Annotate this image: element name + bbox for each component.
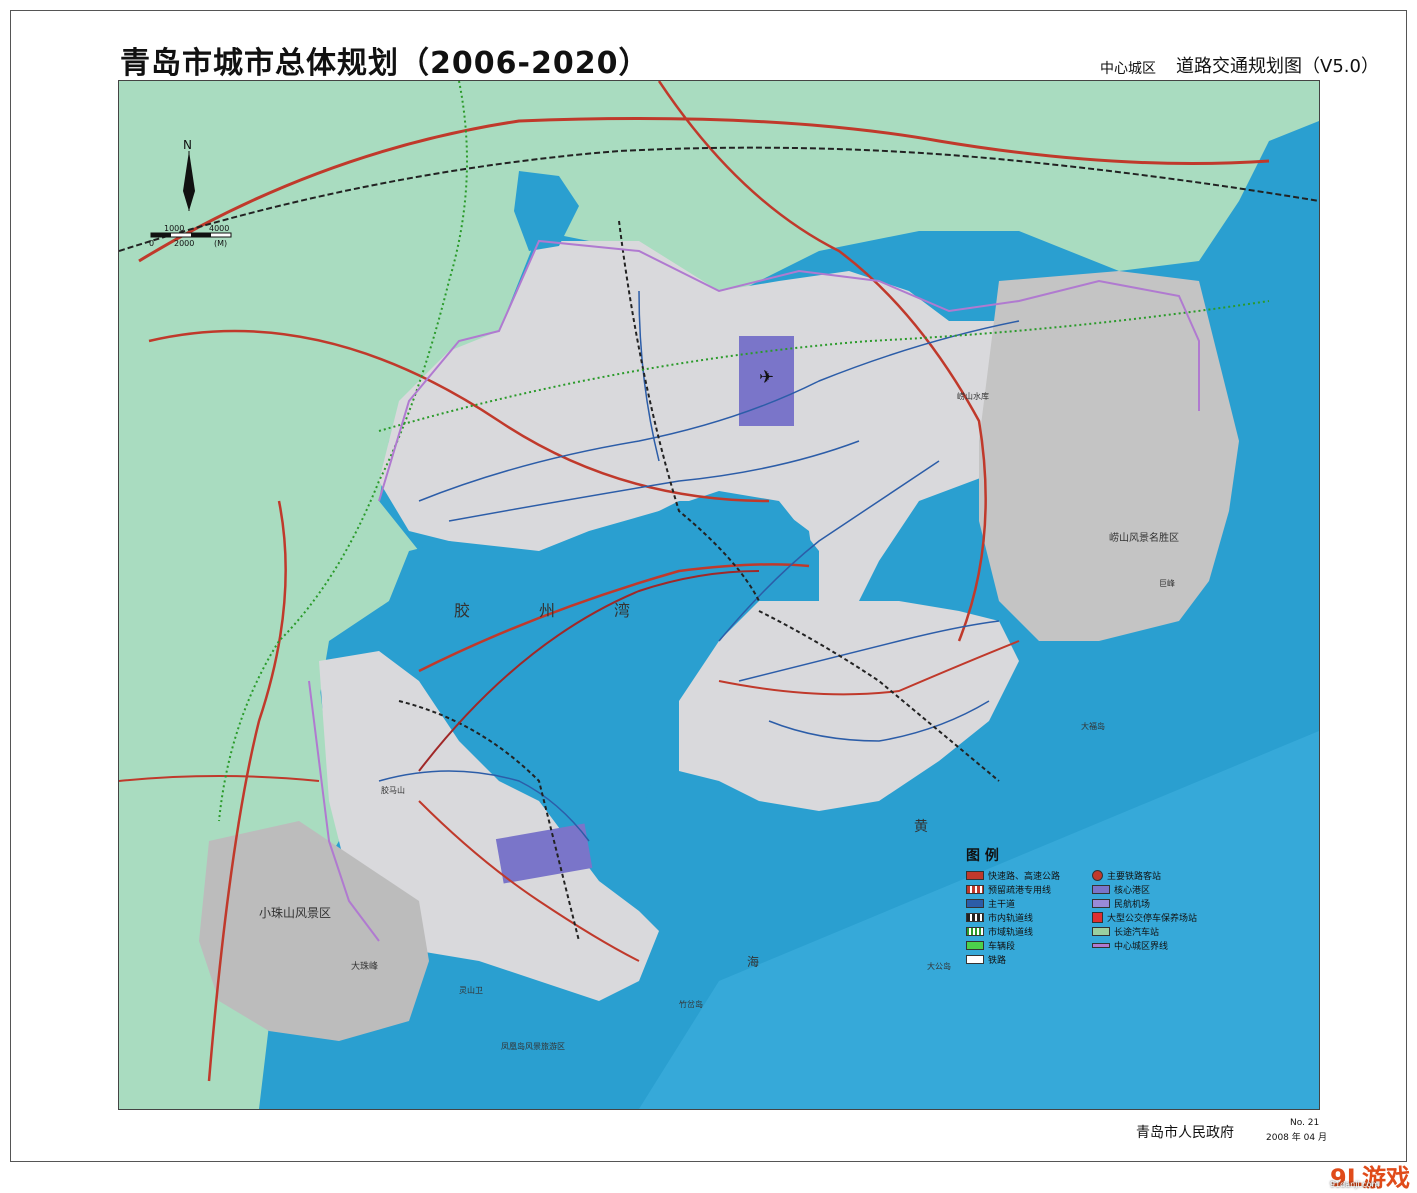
sheet-number: No. 21	[1290, 1118, 1320, 1128]
label-xiaozhushan: 小珠山风景区	[259, 906, 331, 920]
label-jiaozhou-bay-a: 胶	[454, 601, 470, 620]
label-jiaozhou-bay-c: 湾	[614, 601, 630, 620]
label-yellow-sea-b: 海	[747, 954, 759, 969]
label-yellow-sea-a: 黄	[914, 818, 928, 835]
label-dazhufeng: 大珠峰	[351, 960, 378, 972]
svg-text:0: 0	[149, 239, 154, 248]
legend-item-arterial: 主干道	[966, 897, 1015, 910]
label-laoshan-reservoir: 崂山水库	[957, 391, 989, 401]
legend-item-bus-depot: 大型公交停车保养场站	[1092, 911, 1197, 924]
laoshan-mountain	[979, 271, 1239, 641]
urban-south-city	[679, 601, 1019, 811]
sub-title-area: 中心城区	[1100, 61, 1156, 77]
label-jiaoma: 胶马山	[381, 785, 405, 795]
legend-item-city-rail: 市内轨道线	[966, 911, 1033, 924]
sheet-date: 2008 年 04 月	[1266, 1133, 1327, 1143]
issuer-name: 青岛市人民政府	[1136, 1125, 1234, 1141]
label-laoshan-peak: 巨峰	[1159, 578, 1175, 588]
legend-title: 图 例	[966, 848, 999, 864]
legend-item-expressway: 快速路、高速公路	[966, 869, 1060, 882]
svg-text:2000: 2000	[174, 239, 194, 248]
label-fenghuangdao: 凤凰岛风景旅游区	[501, 1041, 565, 1051]
label-jiaozhou-bay-b: 州	[539, 601, 555, 620]
legend-item-port-line: 预留疏港专用线	[966, 883, 1051, 896]
label-dagongdao: 大公岛	[927, 961, 951, 971]
label-laoshan: 崂山风景名胜区	[1109, 531, 1179, 544]
svg-text:1000: 1000	[164, 224, 184, 233]
label-lingshanwei: 灵山卫	[459, 985, 483, 995]
page-title: 青岛市城市总体规划（2006-2020）	[120, 46, 650, 81]
sub-title-map: 道路交通规划图（V5.0）	[1176, 56, 1379, 77]
legend-item-airport: 民航机场	[1092, 897, 1150, 910]
label-dafudao: 大福岛	[1081, 721, 1105, 731]
legend-item-core-port: 核心港区	[1092, 883, 1150, 896]
label-zhugandao: 竹岔岛	[679, 999, 703, 1009]
compass-north: N	[183, 138, 192, 152]
legend-item-rail-station: 主要铁路客站	[1092, 869, 1161, 882]
legend-item-regional-rail: 市域轨道线	[966, 925, 1033, 938]
airport-icon: ✈	[759, 367, 774, 388]
legend-item-coach-station: 长途汽车站	[1092, 925, 1159, 938]
legend-item-city-boundary: 中心城区界线	[1092, 939, 1168, 952]
watermark-url: 91danji.com	[1330, 1180, 1380, 1189]
legend-item-depot: 车辆段	[966, 939, 1015, 952]
svg-text:(M): (M)	[214, 239, 227, 248]
svg-text:4000: 4000	[209, 224, 229, 233]
map-legend: 图 例 快速路、高速公路 预留疏港专用线 主干道 市内轨道线 市域轨道线 车辆段…	[960, 845, 1220, 975]
legend-item-railway: 铁路	[966, 953, 1006, 966]
